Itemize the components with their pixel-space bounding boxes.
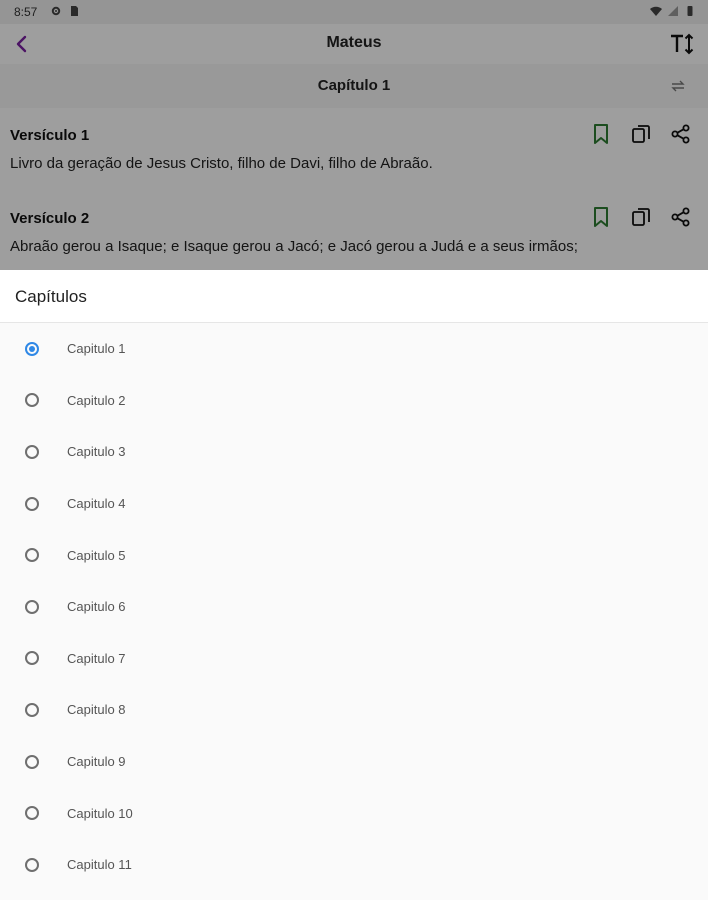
chapter-option-label: Capitulo 7 <box>67 650 126 666</box>
radio-button[interactable] <box>25 496 39 511</box>
chapter-option-label: Capitulo 2 <box>67 392 126 408</box>
radio-button[interactable] <box>25 599 39 614</box>
radio-button[interactable] <box>25 548 39 563</box>
chapter-option[interactable]: Capitulo 8 <box>0 684 708 736</box>
chapter-option-label: Capitulo 6 <box>67 599 126 615</box>
chapter-list: Capitulo 1 Capitulo 2 Capitulo 3 Capitul… <box>0 323 708 891</box>
chapter-option[interactable]: Capitulo 7 <box>0 633 708 685</box>
radio-button[interactable] <box>25 702 39 717</box>
chapter-picker-sheet: Capítulos Capitulo 1 Capitulo 2 Capitulo… <box>0 270 708 900</box>
chapter-option[interactable]: Capitulo 10 <box>0 787 708 839</box>
chapter-option-label: Capitulo 9 <box>67 754 126 770</box>
chapter-option-label: Capitulo 11 <box>67 857 132 873</box>
chapter-option-label: Capitulo 4 <box>67 496 126 512</box>
radio-button[interactable] <box>25 341 39 356</box>
chapter-option-label: Capitulo 1 <box>67 341 126 357</box>
radio-button[interactable] <box>25 857 39 872</box>
radio-button[interactable] <box>25 806 39 821</box>
chapter-option-label: Capitulo 10 <box>67 805 133 821</box>
chapter-option[interactable]: Capitulo 11 <box>0 839 708 891</box>
chapter-option-label: Capitulo 5 <box>67 547 126 563</box>
radio-button[interactable] <box>25 393 39 408</box>
modal-scrim[interactable] <box>0 0 708 270</box>
chapter-option-label: Capitulo 3 <box>67 444 126 460</box>
chapter-option[interactable]: Capitulo 3 <box>0 426 708 478</box>
chapter-option[interactable]: Capitulo 6 <box>0 581 708 633</box>
sheet-header: Capítulos <box>0 270 708 323</box>
chapter-option-label: Capitulo 8 <box>67 702 126 718</box>
radio-button[interactable] <box>25 651 39 666</box>
chapter-option[interactable]: Capitulo 1 <box>0 323 708 375</box>
chapter-option[interactable]: Capitulo 5 <box>0 529 708 581</box>
chapter-option[interactable]: Capitulo 9 <box>0 736 708 788</box>
chapter-option[interactable]: Capitulo 4 <box>0 478 708 530</box>
sheet-title: Capítulos <box>15 287 87 306</box>
radio-button[interactable] <box>25 754 39 769</box>
chapter-option[interactable]: Capitulo 2 <box>0 375 708 427</box>
radio-button[interactable] <box>25 444 39 459</box>
